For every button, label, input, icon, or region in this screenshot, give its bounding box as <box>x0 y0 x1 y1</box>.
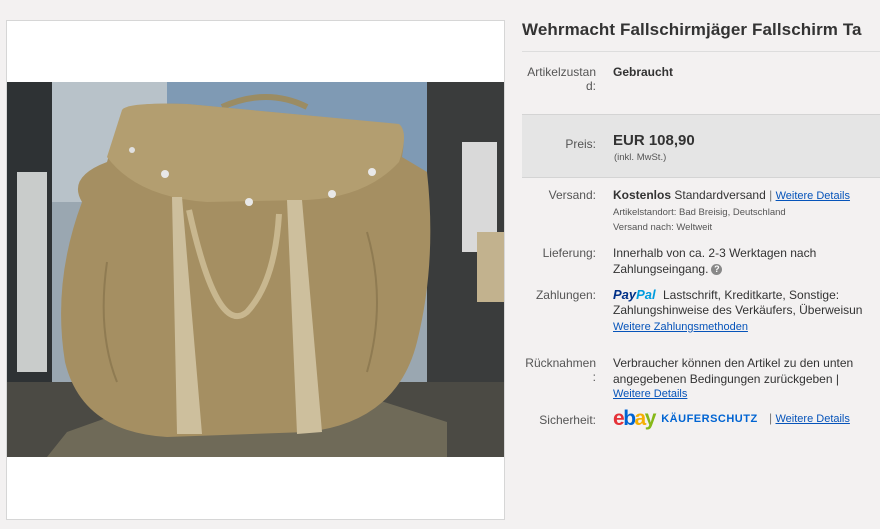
ebay-y: y <box>644 407 657 430</box>
price-label: Preis: <box>565 137 596 151</box>
shipping-location: Artikelstandort: Bad Breisig, Deutschlan… <box>613 207 786 218</box>
buyer-protection-label: KÄUFERSCHUTZ <box>661 413 758 425</box>
condition-label-line1: Artikelzustan <box>527 65 596 79</box>
price-note: (inkl. MwSt.) <box>614 152 667 163</box>
shipping-details-link[interactable]: Weitere Details <box>776 190 850 202</box>
item-photo[interactable] <box>7 82 504 457</box>
returns-details-link[interactable]: Weitere Details <box>613 388 687 400</box>
security-details-link[interactable]: Weitere Details <box>776 413 850 425</box>
delivery-label: Lieferung: <box>542 246 596 260</box>
ebay-logo-icon: ebay <box>613 407 657 430</box>
security-label: Sicherheit: <box>539 413 596 427</box>
ebay-a: a <box>634 407 647 430</box>
ebay-b: b <box>623 407 636 430</box>
shipping-label: Versand: <box>548 188 596 202</box>
shipping-line: Kostenlos Standardversand | Weitere Deta… <box>613 188 850 202</box>
payments-methods: Lastschrift, Kreditkarte, Sonstige: <box>663 288 840 302</box>
delivery-line1: Innerhalb von ca. 2-3 Werktagen nach <box>613 246 817 260</box>
price-value: EUR 108,90 <box>613 132 695 149</box>
shipping-sep: | <box>769 188 773 202</box>
shipping-ships-to: Versand nach: Weltweit <box>613 222 713 233</box>
returns-line2: angegebenen Bedingungen zurückgeben | <box>613 372 839 386</box>
bag-photo-illustration <box>7 82 504 457</box>
returns-label-line1: Rücknahmen <box>525 356 596 370</box>
condition-label-line2: d: <box>585 79 596 93</box>
security-sep: | <box>769 411 773 425</box>
paypal-pal: Pal <box>636 287 656 302</box>
item-info-panel: Wehrmacht Fallschirmjäger Fallschirm Ta … <box>512 0 880 529</box>
paypal-logo-icon: PayPal <box>613 287 656 302</box>
security-line: ebay KÄUFERSCHUTZ | Weitere Details <box>613 407 850 431</box>
condition-label: Artikelzustan d: <box>527 65 596 93</box>
returns-label-line2: : <box>592 370 596 384</box>
payments-label: Zahlungen: <box>535 288 596 302</box>
more-payment-methods-link[interactable]: Weitere Zahlungsmethoden <box>613 321 748 333</box>
returns-line1: Verbraucher können den Artikel zu den un… <box>613 356 854 370</box>
payments-line2: Zahlungshinweise des Verkäufers, Überwei… <box>613 303 863 317</box>
ebay-e: e <box>613 407 625 430</box>
delivery-line2-text: Zahlungseingang. <box>613 262 709 276</box>
delivery-line2: Zahlungseingang.? <box>613 262 723 276</box>
condition-value: Gebraucht <box>613 65 674 79</box>
paypal-pay: Pay <box>613 287 637 302</box>
item-title: Wehrmacht Fallschirmjäger Fallschirm Ta <box>522 20 862 39</box>
shipping-method: Standardversand <box>674 188 766 202</box>
title-divider <box>522 51 880 52</box>
shipping-free: Kostenlos <box>613 188 672 202</box>
returns-label: Rücknahmen : <box>525 356 596 384</box>
item-image-panel[interactable] <box>6 20 505 520</box>
help-icon[interactable]: ? <box>711 264 723 275</box>
payments-line1: PayPal Lastschrift, Kreditkarte, Sonstig… <box>613 287 839 302</box>
